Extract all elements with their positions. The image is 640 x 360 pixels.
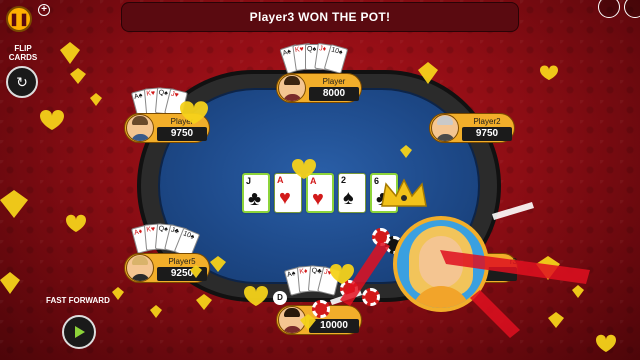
- confetti: [0, 0, 640, 360]
- fast-forward-label: FAST FORWARD: [46, 296, 110, 305]
- play-icon: [75, 326, 85, 338]
- fast-forward-button[interactable]: [62, 315, 96, 349]
